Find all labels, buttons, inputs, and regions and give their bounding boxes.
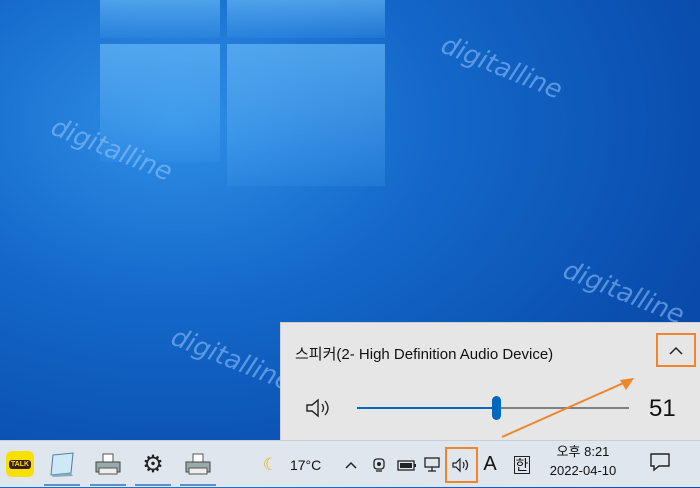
taskbar-app-settings[interactable]: ⚙ xyxy=(133,445,173,486)
tray-network[interactable] xyxy=(422,441,444,488)
ime-indicator[interactable]: 한 xyxy=(511,441,533,488)
chevron-up-icon xyxy=(669,346,683,355)
volume-value: 51 xyxy=(649,395,676,422)
watermark-text: digitalline xyxy=(436,30,567,106)
volume-flyout: 스피커(2- High Definition Audio Device) 51 xyxy=(280,322,700,440)
clock-date: 2022-04-10 xyxy=(549,463,617,478)
tray-battery[interactable] xyxy=(395,441,419,488)
battery-icon xyxy=(397,459,416,471)
volume-slider[interactable] xyxy=(357,396,629,420)
running-indicator xyxy=(180,484,216,486)
watermark-text: digitalline xyxy=(166,322,297,398)
ime-label: 한 xyxy=(513,455,531,474)
speaker-icon xyxy=(306,398,329,418)
notification-center-button[interactable] xyxy=(648,450,672,479)
taskbar-app-notepad[interactable] xyxy=(42,445,82,486)
settings-icon: ⚙ xyxy=(142,450,164,478)
volume-slider-fill xyxy=(357,407,496,409)
kakaotalk-icon-label: TALK xyxy=(8,459,32,469)
notification-icon xyxy=(650,453,670,472)
watermark-text: digitalline xyxy=(558,255,689,331)
clock-time: 오후 8:21 xyxy=(556,444,610,459)
camera-icon xyxy=(373,457,385,472)
printer-icon xyxy=(95,453,121,475)
kakaotalk-icon: TALK xyxy=(6,451,34,477)
moon-icon: ☾ xyxy=(262,454,278,474)
taskbar-app-kakaotalk[interactable]: TALK xyxy=(0,445,40,483)
tray-camera[interactable] xyxy=(368,441,390,488)
audio-device-label: 스피커(2- High Definition Audio Device) xyxy=(295,346,554,363)
weather-widget[interactable]: ☾ 17°C xyxy=(252,441,332,488)
show-hidden-icons-button[interactable] xyxy=(340,441,362,488)
volume-slider-thumb[interactable] xyxy=(491,396,501,420)
network-icon xyxy=(424,456,440,472)
notepad-icon xyxy=(50,452,74,477)
running-indicator xyxy=(90,484,126,486)
taskbar-app-printer-2[interactable] xyxy=(178,445,218,486)
highlight-box xyxy=(445,447,478,483)
taskbar-clock[interactable]: 오후 8:21 2022-04-10 xyxy=(548,442,618,480)
weather-temperature: 17°C xyxy=(289,456,322,473)
mute-toggle-button[interactable] xyxy=(305,397,335,424)
chevron-up-icon xyxy=(345,461,357,469)
printer-icon xyxy=(185,453,211,475)
running-indicator xyxy=(135,484,171,486)
expand-devices-button[interactable] xyxy=(656,333,696,367)
taskbar-app-printer-1[interactable] xyxy=(88,445,128,486)
running-indicator xyxy=(44,484,80,486)
input-mode-indicator[interactable]: A xyxy=(479,441,501,488)
